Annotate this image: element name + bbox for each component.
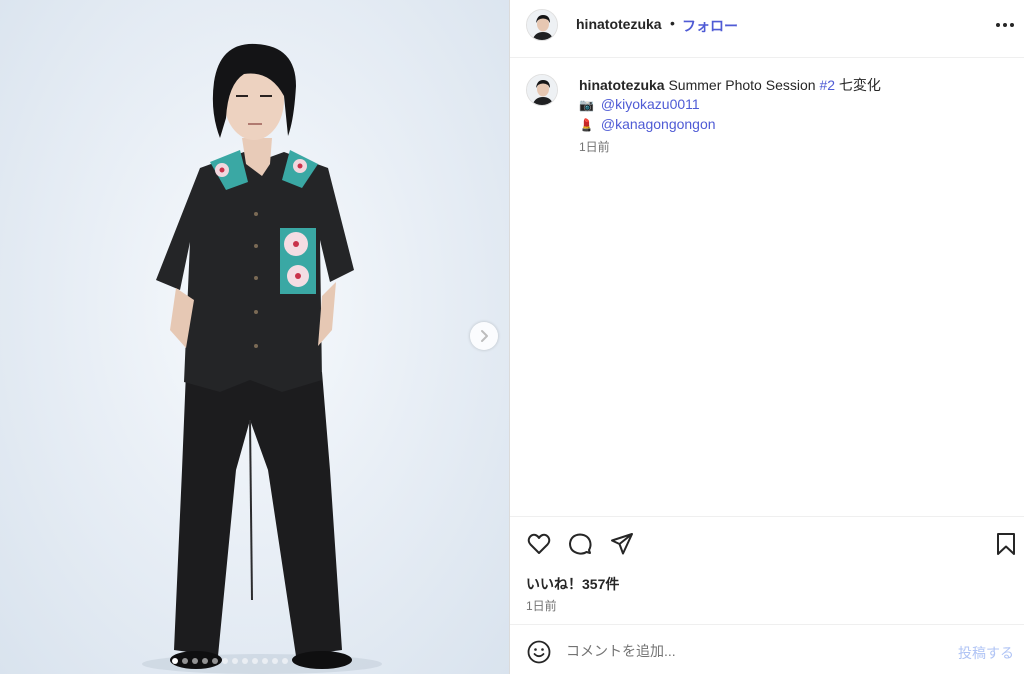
bookmark-icon[interactable] bbox=[993, 531, 1019, 557]
post-info-pane: hinatotezuka • フォロー hinatotezuka Summer … bbox=[510, 0, 1024, 674]
post-timestamp: 1日前 bbox=[526, 599, 557, 613]
carousel-dot bbox=[202, 658, 208, 664]
caption-text: hinatotezuka Summer Photo Session #2 七変化… bbox=[579, 76, 999, 135]
post-photo[interactable] bbox=[0, 0, 509, 674]
caption-avatar[interactable] bbox=[526, 74, 558, 106]
carousel-dot bbox=[252, 658, 258, 664]
follow-button[interactable]: フォロー bbox=[682, 16, 738, 36]
lipstick-icon: 💄 bbox=[579, 118, 594, 132]
avatar[interactable] bbox=[526, 9, 558, 41]
carousel-dot bbox=[262, 658, 268, 664]
carousel-dot bbox=[172, 658, 178, 664]
mention-photographer[interactable]: @kiyokazu0011 bbox=[601, 96, 700, 112]
smiley-icon[interactable] bbox=[526, 639, 552, 665]
carousel-dot bbox=[272, 658, 278, 664]
comment-bar: 投稿する bbox=[510, 624, 1024, 674]
post-header: hinatotezuka • フォロー bbox=[510, 0, 1024, 58]
caption-body: Summer Photo Session bbox=[668, 77, 820, 93]
caption-username[interactable]: hinatotezuka bbox=[579, 77, 665, 93]
avatar-image bbox=[527, 10, 557, 40]
carousel-dot bbox=[212, 658, 218, 664]
carousel-dot bbox=[192, 658, 198, 664]
avatar-image bbox=[527, 75, 557, 105]
username-link[interactable]: hinatotezuka bbox=[576, 16, 662, 32]
more-horizontal-icon[interactable] bbox=[994, 14, 1016, 36]
hashtag-link[interactable]: #2 bbox=[819, 77, 835, 93]
camera-icon: 📷 bbox=[579, 98, 594, 112]
carousel-dot bbox=[232, 658, 238, 664]
comment-icon[interactable] bbox=[567, 531, 593, 557]
chevron-right-icon bbox=[481, 330, 488, 342]
comment-input[interactable] bbox=[566, 637, 946, 665]
carousel-dot bbox=[222, 658, 228, 664]
heart-icon[interactable] bbox=[526, 531, 552, 557]
caption-suffix: 七変化 bbox=[835, 77, 881, 93]
caption-timestamp: 1日前 bbox=[579, 140, 610, 154]
separator-dot: • bbox=[670, 15, 675, 31]
next-image-button[interactable] bbox=[470, 322, 498, 350]
carousel-indicator bbox=[172, 658, 288, 664]
carousel-dot bbox=[282, 658, 288, 664]
mention-makeup[interactable]: @kanagongongon bbox=[601, 116, 716, 132]
photo-figure bbox=[142, 43, 382, 674]
action-bar: いいね！357件 1日前 bbox=[510, 516, 1024, 624]
carousel-dot bbox=[242, 658, 248, 664]
post-comment-button[interactable]: 投稿する bbox=[958, 643, 1014, 663]
carousel-dot bbox=[182, 658, 188, 664]
like-count[interactable]: いいね！357件 bbox=[526, 574, 619, 594]
paper-plane-icon[interactable] bbox=[609, 531, 635, 557]
